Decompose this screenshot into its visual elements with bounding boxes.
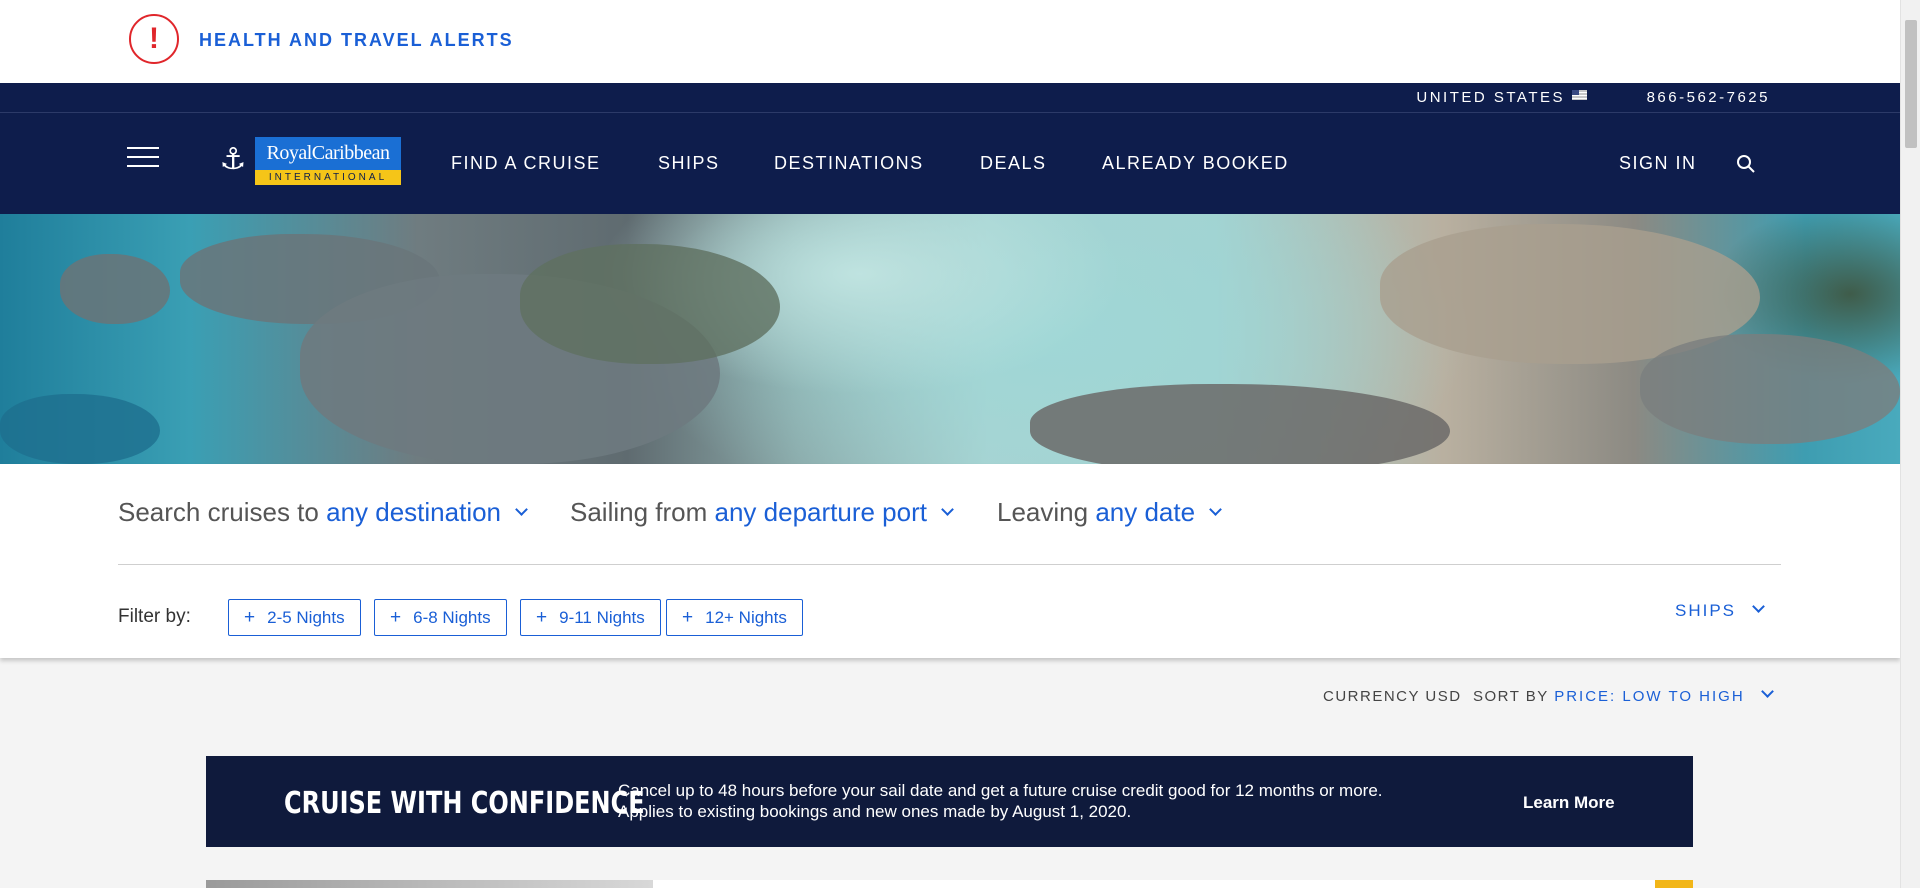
plus-icon: + <box>390 607 402 628</box>
page: ! HEALTH AND TRAVEL ALERTS UNITED STATES… <box>0 0 1900 888</box>
crown-anchor-icon: ⚓ <box>211 137 255 185</box>
chip-label: 6-8 Nights <box>413 608 491 627</box>
alert-exclamation-icon[interactable]: ! <box>129 14 179 64</box>
cruise-card[interactable] <box>206 880 1693 888</box>
chip-label: 2-5 Nights <box>267 608 345 627</box>
hamburger-icon[interactable] <box>127 147 161 169</box>
departure-port-selector[interactable]: Sailing from any departure port <box>570 497 954 528</box>
filter-chip-9-11-nights[interactable]: +9-11 Nights <box>520 599 661 636</box>
divider <box>118 564 1781 565</box>
currency-selector[interactable]: CURRENCY USD <box>1323 688 1462 705</box>
destination-prefix: Search cruises to <box>118 497 319 527</box>
nav-destinations[interactable]: DESTINATIONS <box>774 153 924 174</box>
filter-chip-6-8-nights[interactable]: +6-8 Nights <box>374 599 507 636</box>
logo-sub-text: INTERNATIONAL <box>255 170 401 185</box>
search-filter-panel: Search cruises to any destination Sailin… <box>0 464 1900 658</box>
royal-caribbean-logo[interactable]: ⚓ RoyalCaribbean INTERNATIONAL <box>211 137 401 185</box>
page-scrollbar[interactable] <box>1900 0 1920 888</box>
banner-line-2: Applies to existing bookings and new one… <box>618 802 1132 821</box>
departure-value[interactable]: any departure port <box>715 497 927 527</box>
country-selector[interactable]: UNITED STATES <box>1416 89 1565 106</box>
chevron-down-icon[interactable] <box>1209 503 1222 516</box>
banner-text: Cancel up to 48 hours before your sail d… <box>618 780 1383 822</box>
scrollbar-thumb[interactable] <box>1905 20 1917 148</box>
destination-value[interactable]: any destination <box>326 497 501 527</box>
site-header: UNITED STATES 866-562-7625 ⚓ RoyalCaribb… <box>0 83 1900 214</box>
banner-title: CRUISE WITH CONFIDENCE <box>284 786 645 821</box>
cruise-with-confidence-banner: CRUISE WITH CONFIDENCE Cancel up to 48 h… <box>206 756 1693 847</box>
nav-ships[interactable]: SHIPS <box>658 153 720 174</box>
nav-find-a-cruise[interactable]: FIND A CRUISE <box>451 153 601 174</box>
health-travel-alerts-link[interactable]: HEALTH AND TRAVEL ALERTS <box>199 30 514 51</box>
chevron-down-icon[interactable] <box>941 503 954 516</box>
sort-prefix: SORT BY <box>1473 688 1549 705</box>
learn-more-link[interactable]: Learn More <box>1523 793 1615 813</box>
plus-icon: + <box>536 607 548 628</box>
sort-dropdown[interactable]: SORT BY PRICE: LOW TO HIGH <box>1473 685 1774 705</box>
filter-label: Filter by: <box>118 606 191 627</box>
logo-brand-text: RoyalCaribbean <box>255 137 401 170</box>
plus-icon: + <box>244 607 256 628</box>
hero-image <box>0 214 1900 464</box>
chip-label: 9-11 Nights <box>559 608 645 627</box>
date-selector[interactable]: Leaving any date <box>997 497 1222 528</box>
date-value[interactable]: any date <box>1095 497 1195 527</box>
nav-deals[interactable]: DEALS <box>980 153 1047 174</box>
date-prefix: Leaving <box>997 497 1089 527</box>
search-icon[interactable] <box>1736 154 1756 174</box>
destination-selector[interactable]: Search cruises to any destination <box>118 497 528 528</box>
filter-chip-12-plus-nights[interactable]: +12+ Nights <box>666 599 803 636</box>
cruise-card-badge <box>1655 880 1693 888</box>
utility-bar: UNITED STATES 866-562-7625 <box>0 83 1900 113</box>
filter-chip-2-5-nights[interactable]: +2-5 Nights <box>228 599 361 636</box>
phone-number[interactable]: 866-562-7625 <box>1647 89 1770 106</box>
us-flag-icon[interactable] <box>1572 90 1587 100</box>
ships-filter-dropdown[interactable]: SHIPS <box>1675 600 1765 621</box>
cruise-card-image <box>206 880 653 888</box>
chevron-down-icon[interactable] <box>1760 685 1774 698</box>
departure-prefix: Sailing from <box>570 497 708 527</box>
ships-label: SHIPS <box>1675 601 1737 620</box>
sign-in-link[interactable]: SIGN IN <box>1619 153 1697 174</box>
sort-value[interactable]: PRICE: LOW TO HIGH <box>1554 688 1744 705</box>
chip-label: 12+ Nights <box>705 608 787 627</box>
chevron-down-icon[interactable] <box>515 503 528 516</box>
nav-already-booked[interactable]: ALREADY BOOKED <box>1102 153 1289 174</box>
chevron-down-icon[interactable] <box>1752 600 1765 613</box>
plus-icon: + <box>682 607 694 628</box>
alert-bar: ! HEALTH AND TRAVEL ALERTS <box>0 0 1900 83</box>
banner-line-1: Cancel up to 48 hours before your sail d… <box>618 781 1383 800</box>
